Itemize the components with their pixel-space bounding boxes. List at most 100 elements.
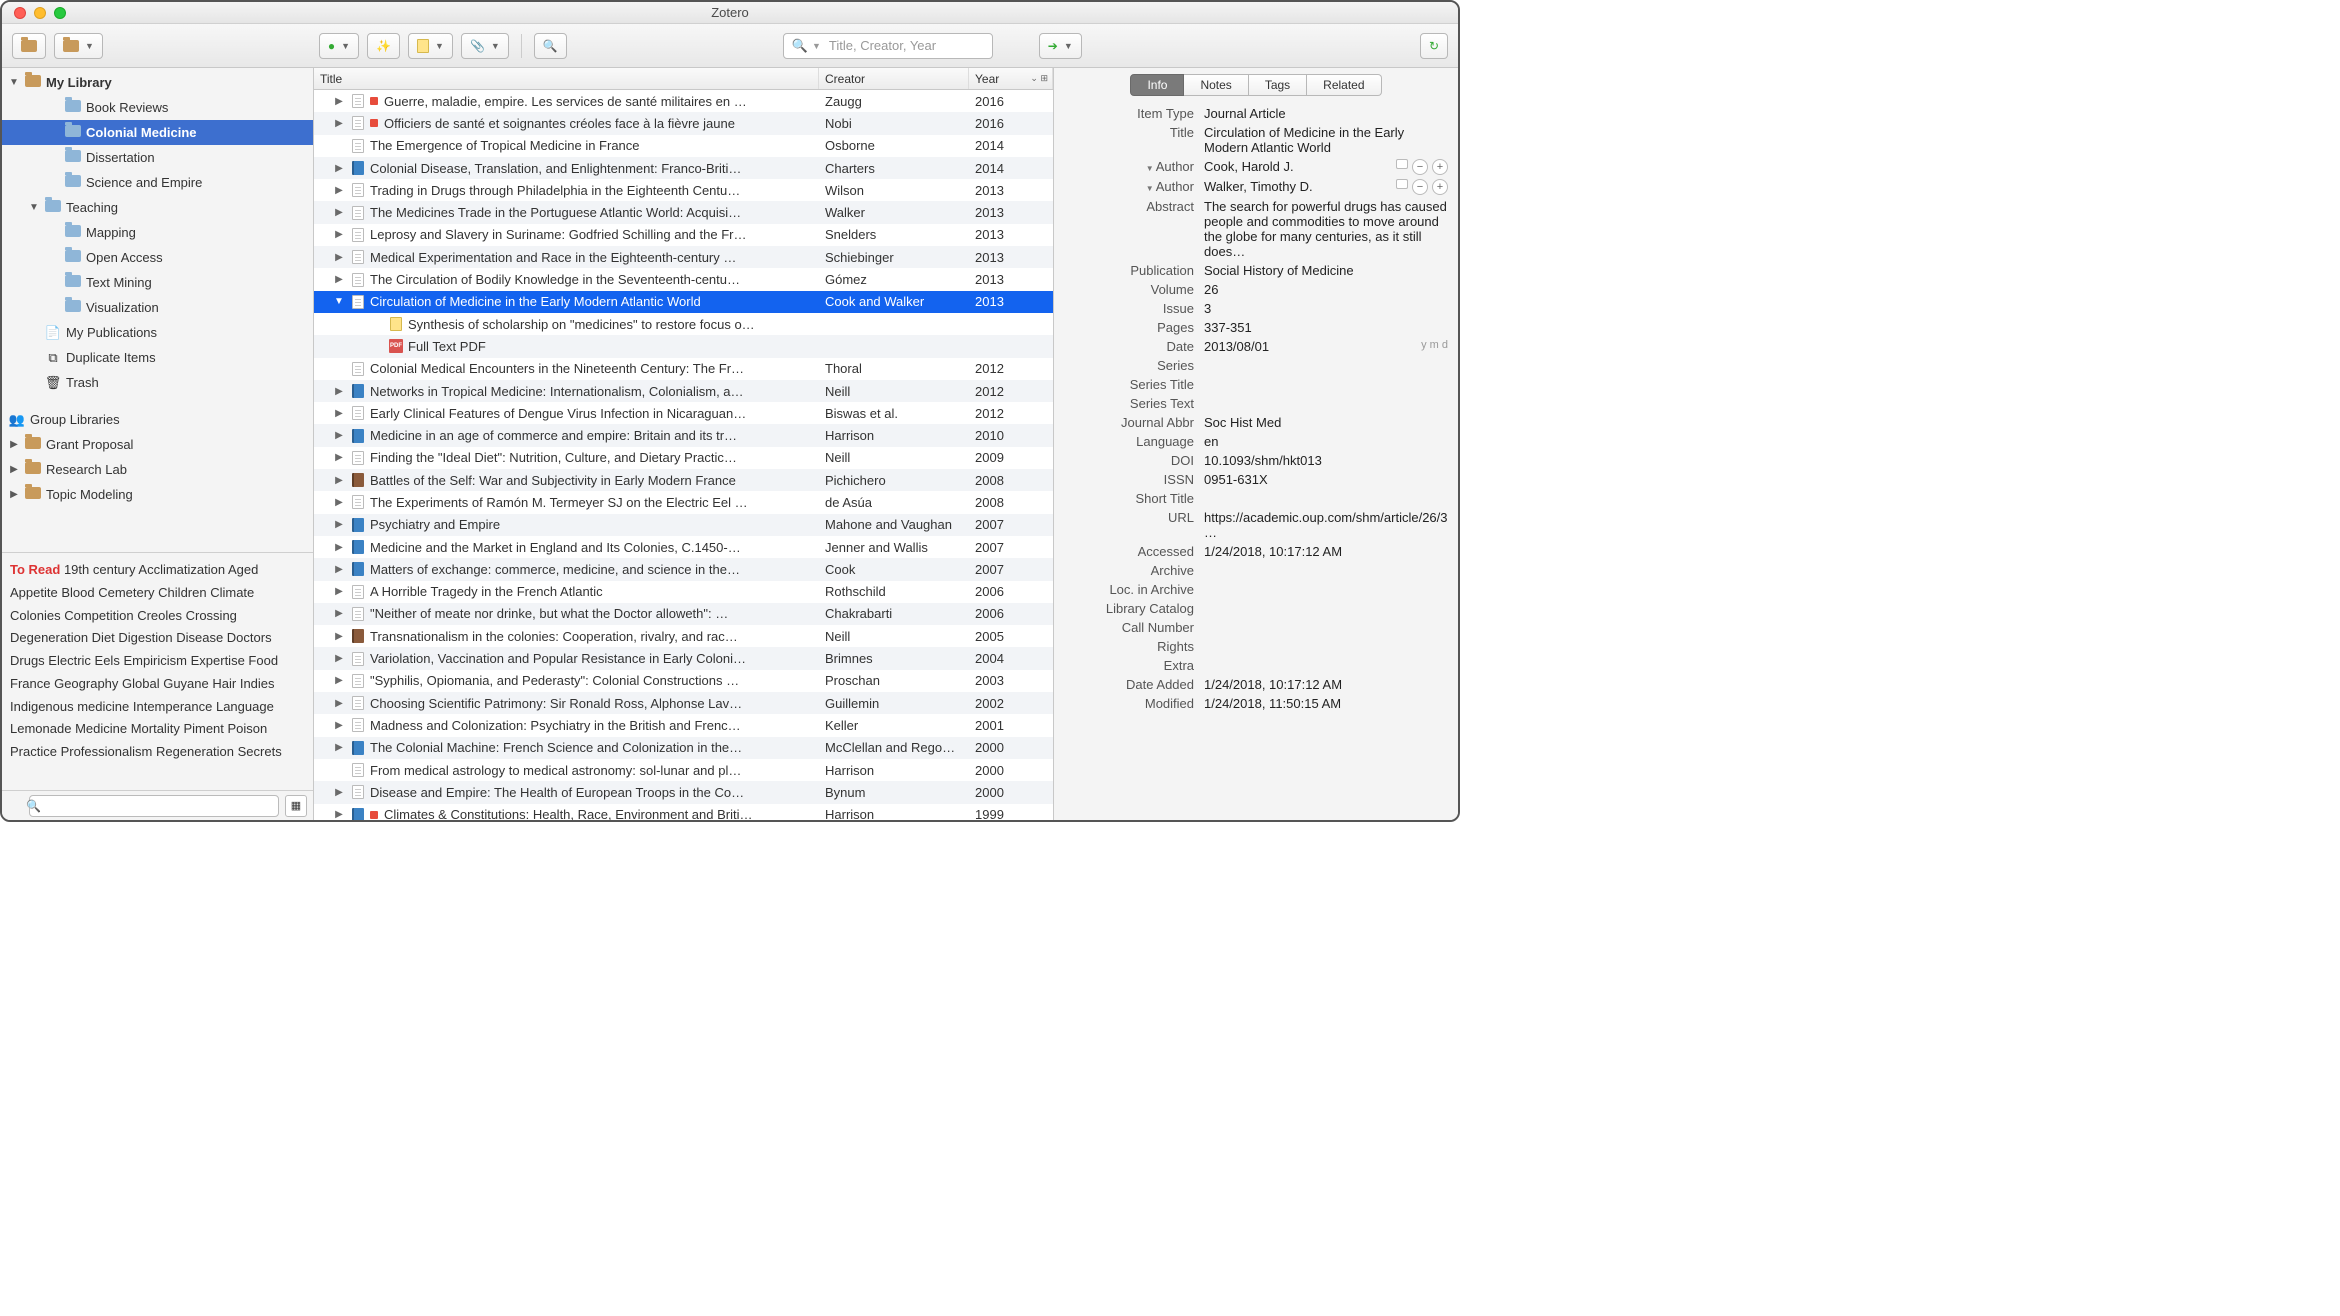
value-journal-abbr[interactable]: Soc Hist Med bbox=[1204, 415, 1448, 430]
tag[interactable]: Climate bbox=[210, 585, 254, 600]
tab-tags[interactable]: Tags bbox=[1249, 74, 1307, 96]
disclosure-right-icon[interactable]: ▶ bbox=[332, 653, 346, 664]
tag[interactable]: Aged bbox=[228, 562, 258, 577]
tab-related[interactable]: Related bbox=[1307, 74, 1381, 96]
quick-search-input[interactable]: 🔍▼ Title, Creator, Year bbox=[783, 33, 993, 59]
tag[interactable]: Lemonade bbox=[10, 721, 75, 736]
add-author-button[interactable]: + bbox=[1432, 159, 1448, 175]
item-row[interactable]: ▶Medical Experimentation and Race in the… bbox=[314, 246, 1053, 268]
tag[interactable]: Cemetery bbox=[98, 585, 158, 600]
author-mode-icon[interactable] bbox=[1396, 159, 1408, 169]
disclosure-right-icon[interactable]: ▶ bbox=[332, 408, 346, 419]
item-row[interactable]: ▶Matters of exchange: commerce, medicine… bbox=[314, 558, 1053, 580]
author-mode-icon[interactable] bbox=[1396, 179, 1408, 189]
sync-button[interactable]: ↻ bbox=[1420, 33, 1448, 59]
disclosure-right-icon[interactable]: ▶ bbox=[332, 452, 346, 463]
item-row[interactable]: ▶Madness and Colonization: Psychiatry in… bbox=[314, 714, 1053, 736]
disclosure-right-icon[interactable]: ▶ bbox=[332, 742, 346, 753]
sidebar-item[interactable]: ⧉Duplicate Items bbox=[2, 345, 313, 370]
new-collection-button[interactable] bbox=[12, 33, 46, 59]
tag[interactable]: Guyane bbox=[163, 676, 212, 691]
sidebar-item[interactable]: ▼Teaching bbox=[2, 195, 313, 220]
item-row[interactable]: ▶The Medicines Trade in the Portuguese A… bbox=[314, 201, 1053, 223]
value-author-1[interactable]: Cook, Harold J. bbox=[1204, 159, 1386, 174]
item-row[interactable]: ▶Medicine and the Market in England and … bbox=[314, 536, 1053, 558]
group-item[interactable]: ▶Topic Modeling bbox=[2, 482, 313, 507]
sidebar-item[interactable]: Science and Empire bbox=[2, 170, 313, 195]
tag[interactable]: Medicine bbox=[75, 721, 131, 736]
tag[interactable]: Drugs bbox=[10, 653, 48, 668]
new-item-button[interactable]: ●▼ bbox=[319, 33, 359, 59]
sidebar-item[interactable]: Colonial Medicine bbox=[2, 120, 313, 145]
value-accessed[interactable]: 1/24/2018, 10:17:12 AM bbox=[1204, 544, 1448, 559]
tag[interactable]: Creoles bbox=[137, 608, 185, 623]
sidebar-item[interactable]: 🗑Trash bbox=[2, 370, 313, 395]
remove-author-button[interactable]: − bbox=[1412, 179, 1428, 195]
sidebar-item[interactable]: Text Mining bbox=[2, 270, 313, 295]
item-row[interactable]: ▶Choosing Scientific Patrimony: Sir Rona… bbox=[314, 692, 1053, 714]
my-library[interactable]: ▼ My Library bbox=[2, 70, 313, 95]
disclosure-right-icon[interactable]: ▶ bbox=[332, 185, 346, 196]
item-row[interactable]: Colonial Medical Encounters in the Ninet… bbox=[314, 358, 1053, 380]
sidebar-item[interactable]: Book Reviews bbox=[2, 95, 313, 120]
tag[interactable]: Poison bbox=[228, 721, 268, 736]
disclosure-right-icon[interactable]: ▶ bbox=[332, 118, 346, 129]
tag[interactable]: Digestion bbox=[118, 630, 176, 645]
sidebar-item[interactable]: Open Access bbox=[2, 245, 313, 270]
tag[interactable]: Children bbox=[158, 585, 210, 600]
disclosure-right-icon[interactable]: ▶ bbox=[332, 430, 346, 441]
value-author-2[interactable]: Walker, Timothy D. bbox=[1204, 179, 1386, 194]
item-row[interactable]: ▶Psychiatry and EmpireMahone and Vaughan… bbox=[314, 514, 1053, 536]
tag[interactable]: Indies bbox=[240, 676, 275, 691]
tag[interactable]: Diet bbox=[92, 630, 119, 645]
disclosure-right-icon[interactable]: ▶ bbox=[332, 720, 346, 731]
column-year[interactable]: Year⌄ ⊞ bbox=[969, 68, 1053, 89]
value-publication[interactable]: Social History of Medicine bbox=[1204, 263, 1448, 278]
item-row[interactable]: ▶Networks in Tropical Medicine: Internat… bbox=[314, 380, 1053, 402]
sidebar-item[interactable]: Dissertation bbox=[2, 145, 313, 170]
value-pages[interactable]: 337-351 bbox=[1204, 320, 1448, 335]
value-title[interactable]: Circulation of Medicine in the Early Mod… bbox=[1204, 125, 1448, 155]
tag[interactable]: Expertise bbox=[191, 653, 249, 668]
advanced-search-button[interactable]: 🔍 bbox=[534, 33, 567, 59]
item-row[interactable]: ▶Colonial Disease, Translation, and Enli… bbox=[314, 157, 1053, 179]
item-row[interactable]: ▶Variolation, Vaccination and Popular Re… bbox=[314, 647, 1053, 669]
new-note-button[interactable]: ▼ bbox=[408, 33, 453, 59]
disclosure-right-icon[interactable]: ▶ bbox=[332, 564, 346, 575]
tag[interactable]: Global bbox=[122, 676, 163, 691]
value-date[interactable]: 2013/08/01 bbox=[1204, 339, 1411, 354]
item-row[interactable]: ▶Guerre, maladie, empire. Les services d… bbox=[314, 90, 1053, 112]
item-row[interactable]: ▶Climates & Constitutions: Health, Race,… bbox=[314, 804, 1053, 821]
value-language[interactable]: en bbox=[1204, 434, 1448, 449]
tag[interactable]: Empiricism bbox=[123, 653, 190, 668]
disclosure-right-icon[interactable]: ▶ bbox=[332, 542, 346, 553]
item-row[interactable]: ▶Transnationalism in the colonies: Coope… bbox=[314, 625, 1053, 647]
tag[interactable]: Piment bbox=[183, 721, 227, 736]
tag[interactable]: Geography bbox=[54, 676, 122, 691]
attach-button[interactable]: 📎▼ bbox=[461, 33, 509, 59]
new-library-button[interactable]: ▼ bbox=[54, 33, 103, 59]
disclosure-right-icon[interactable]: ▶ bbox=[332, 787, 346, 798]
tag[interactable]: Hair bbox=[212, 676, 239, 691]
disclosure-right-icon[interactable]: ▶ bbox=[332, 519, 346, 530]
disclosure-right-icon[interactable]: ▶ bbox=[332, 96, 346, 107]
value-abstract[interactable]: The search for powerful drugs has caused… bbox=[1204, 199, 1448, 259]
tag[interactable]: Language bbox=[216, 699, 274, 714]
column-title[interactable]: Title bbox=[314, 68, 819, 89]
item-row[interactable]: ▶Early Clinical Features of Dengue Virus… bbox=[314, 402, 1053, 424]
disclosure-right-icon[interactable]: ▶ bbox=[332, 608, 346, 619]
add-author-button[interactable]: + bbox=[1432, 179, 1448, 195]
value-doi[interactable]: 10.1093/shm/hkt013 bbox=[1204, 453, 1448, 468]
disclosure-right-icon[interactable]: ▶ bbox=[332, 163, 346, 174]
tag[interactable]: Secrets bbox=[238, 744, 282, 759]
disclosure-down-icon[interactable]: ▼ bbox=[332, 296, 346, 307]
tag[interactable]: Regeneration bbox=[156, 744, 238, 759]
remove-author-button[interactable]: − bbox=[1412, 159, 1428, 175]
disclosure-right-icon[interactable]: ▶ bbox=[332, 252, 346, 263]
disclosure-right-icon[interactable]: ▶ bbox=[332, 475, 346, 486]
item-row[interactable]: ▶Leprosy and Slavery in Suriname: Godfri… bbox=[314, 224, 1053, 246]
tag-options-button[interactable]: ▦ bbox=[285, 795, 307, 817]
disclosure-right-icon[interactable]: ▶ bbox=[332, 586, 346, 597]
item-row[interactable]: ▶Battles of the Self: War and Subjectivi… bbox=[314, 469, 1053, 491]
item-row[interactable]: ▶Trading in Drugs through Philadelphia i… bbox=[314, 179, 1053, 201]
